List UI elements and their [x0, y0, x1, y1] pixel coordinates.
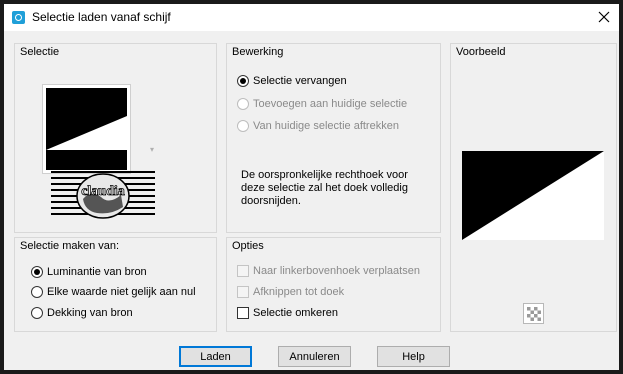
- title-bar[interactable]: Selectie laden vanaf schijf: [4, 4, 619, 31]
- radio-label: Selectie vervangen: [253, 75, 347, 87]
- opties-panel-title: Opties: [232, 240, 264, 252]
- laden-button[interactable]: Laden: [179, 346, 252, 367]
- radio-label: Elke waarde niet gelijk aan nul: [47, 286, 196, 298]
- radio-label: Van huidige selectie aftrekken: [253, 120, 399, 132]
- selection-thumbnail[interactable]: [42, 84, 131, 174]
- preview-image: [462, 151, 604, 240]
- window-title: Selectie laden vanaf schijf: [32, 10, 171, 24]
- annuleren-button[interactable]: Annuleren: [278, 346, 351, 367]
- close-icon: [598, 11, 610, 23]
- selectie-panel-title: Selectie: [20, 46, 60, 58]
- radio-label: Toevoegen aan huidige selectie: [253, 98, 408, 110]
- radio-aftrekken[interactable]: Van huidige selectie aftrekken: [237, 120, 399, 132]
- checkbox[interactable]: [237, 307, 249, 319]
- checkbox[interactable]: [237, 265, 249, 277]
- dialog-window: Selectie laden vanaf schijf Selectie ▾ c…: [0, 0, 623, 374]
- radio-label: Luminantie van bron: [47, 266, 147, 278]
- radio-selectie-vervangen[interactable]: Selectie vervangen: [237, 75, 347, 87]
- radio-button[interactable]: [237, 120, 249, 132]
- maken-van-panel-title: Selectie maken van:: [20, 240, 120, 252]
- camera-icon: [12, 11, 25, 24]
- radio-dekking[interactable]: Dekking van bron: [31, 307, 133, 319]
- transparency-toggle-button[interactable]: [523, 303, 544, 324]
- radio-luminantie[interactable]: Luminantie van bron: [31, 266, 147, 278]
- bewerking-panel-title: Bewerking: [232, 46, 284, 58]
- close-button[interactable]: [593, 6, 615, 28]
- claudia-logo: claudia: [51, 169, 155, 221]
- radio-button[interactable]: [237, 98, 249, 110]
- radio-button[interactable]: [31, 266, 43, 278]
- checkbox-afknippen[interactable]: Afknippen tot doek: [237, 286, 344, 298]
- radio-button[interactable]: [31, 286, 43, 298]
- checkbox-label: Afknippen tot doek: [253, 286, 345, 298]
- checkbox-linkerbovenhoek[interactable]: Naar linkerbovenhoek verplaatsen: [237, 265, 420, 277]
- radio-toevoegen[interactable]: Toevoegen aan huidige selectie: [237, 98, 407, 110]
- checkbox-label: Selectie omkeren: [253, 307, 338, 319]
- voorbeeld-panel-title: Voorbeeld: [456, 46, 506, 58]
- checkbox-label: Naar linkerbovenhoek verplaatsen: [253, 265, 420, 277]
- checkerboard-icon: [526, 306, 541, 321]
- logo-graphic: claudia: [51, 171, 155, 219]
- radio-elke-waarde[interactable]: Elke waarde niet gelijk aan nul: [31, 286, 196, 298]
- chevron-down-icon[interactable]: ▾: [150, 145, 154, 154]
- info-text: De oorspronkelijke rechthoek voor deze s…: [241, 169, 408, 207]
- checkbox-selectie-omkeren[interactable]: Selectie omkeren: [237, 307, 338, 319]
- svg-text:claudia: claudia: [81, 184, 125, 199]
- checkbox[interactable]: [237, 286, 249, 298]
- selection-shape-preview: [46, 88, 127, 170]
- preview-shape: [462, 151, 604, 240]
- radio-button[interactable]: [31, 307, 43, 319]
- help-button[interactable]: Help: [377, 346, 450, 367]
- radio-label: Dekking van bron: [47, 307, 133, 319]
- radio-button[interactable]: [237, 75, 249, 87]
